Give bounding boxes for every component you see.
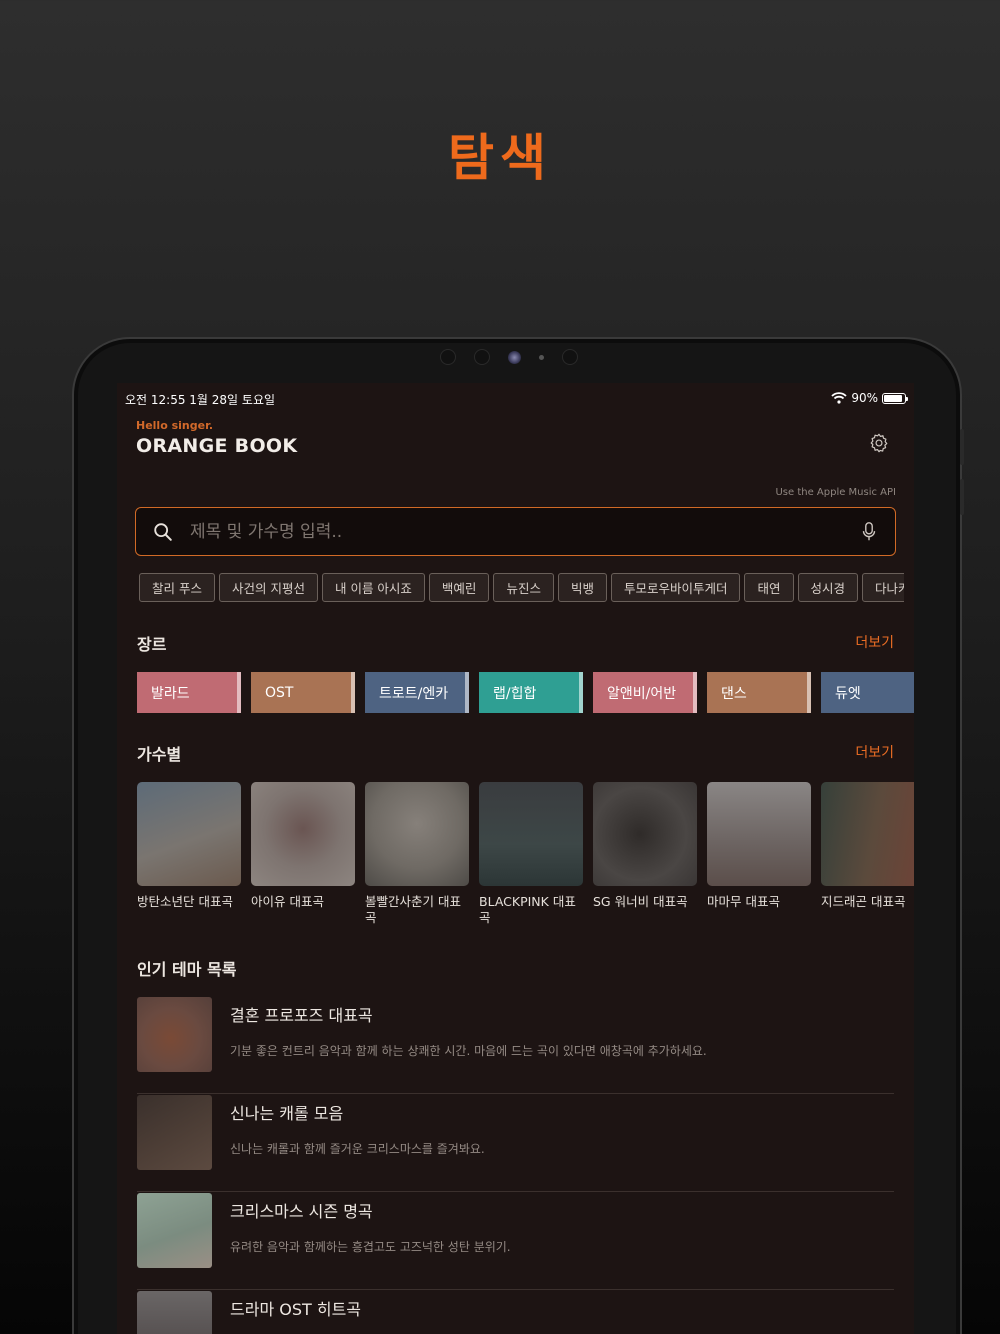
status-bar: 오전 12:55 1월 28일 토요일 90% (125, 391, 908, 407)
status-time: 오전 12:55 1월 28일 토요일 (125, 393, 276, 407)
theme-item[interactable]: 결혼 프로포즈 대표곡 기분 좋은 컨트리 음악과 함께 하는 상쾌한 시간. … (137, 996, 894, 1094)
theme-thumbnail (137, 1193, 212, 1268)
singer-thumbnail (821, 782, 914, 886)
genre-more-link[interactable]: 더보기 (855, 632, 894, 652)
search-chip[interactable]: 다나카 (862, 573, 904, 602)
apple-music-api-note: Use the Apple Music API (775, 487, 896, 498)
singer-list: 방탄소년단 대표곡 아이유 대표곡 볼빨간사춘기 대표곡 BLACKPINK 대… (137, 782, 914, 926)
recent-search-chips: 찰리 푸스 사건의 지평선 내 이름 아시죠 백예린 뉴진스 빅뱅 투모로우바이… (139, 573, 904, 602)
singer-name: 지드래곤 대표곡 (821, 894, 906, 909)
theme-thumbnail (137, 1095, 212, 1170)
singer-section-title: 가수별 (137, 745, 182, 764)
app-brand: ORANGE BOOK (136, 435, 298, 457)
theme-title: 크리스마스 시즌 명곡 (230, 1202, 373, 1221)
sensor-icon (440, 349, 456, 365)
search-chip[interactable]: 찰리 푸스 (139, 573, 215, 602)
sensor-icon (474, 349, 490, 365)
search-chip[interactable]: 백예린 (428, 573, 490, 602)
singer-thumbnail (251, 782, 355, 886)
search-chip[interactable]: 사건의 지평선 (218, 573, 318, 602)
theme-title: 드라마 OST 히트곡 (230, 1300, 362, 1319)
battery-icon (882, 392, 908, 404)
genre-tile[interactable]: 듀엣 (821, 672, 914, 713)
volume-button (960, 429, 964, 465)
greeting-text: Hello singer. (136, 419, 214, 432)
theme-item[interactable]: 드라마 OST 히트곡 (137, 1290, 894, 1334)
genre-list: 발라드 OST 트로트/엔카 랩/힙합 알앤비/어반 댄스 듀엣 (137, 672, 914, 713)
singer-thumbnail (479, 782, 583, 886)
singer-thumbnail (707, 782, 811, 886)
singer-more-link[interactable]: 더보기 (855, 742, 894, 762)
search-chip[interactable]: 성시경 (797, 573, 859, 602)
volume-button (960, 479, 964, 515)
singer-card[interactable]: 볼빨간사춘기 대표곡 (365, 782, 469, 926)
singer-name: SG 워너비 대표곡 (593, 894, 688, 909)
wifi-icon (831, 392, 847, 404)
theme-description: 유려한 음악과 함께하는 흥겹고도 고즈넉한 성탄 분위기. (230, 1240, 511, 1254)
camera-bar (440, 349, 578, 365)
theme-item[interactable]: 신나는 캐롤 모음 신나는 캐롤과 함께 즐거운 크리스마스를 즐겨봐요. (137, 1094, 894, 1192)
theme-item[interactable]: 크리스마스 시즌 명곡 유려한 음악과 함께하는 흥겹고도 고즈넉한 성탄 분위… (137, 1192, 894, 1290)
singer-name: 볼빨간사춘기 대표곡 (365, 894, 461, 925)
singer-name: BLACKPINK 대표곡 (479, 894, 576, 925)
genre-tile[interactable]: 알앤비/어반 (593, 672, 697, 713)
singer-name: 아이유 대표곡 (251, 894, 324, 909)
theme-section-title: 인기 테마 목록 (137, 960, 237, 979)
battery-percent: 90% (851, 391, 878, 405)
theme-list: 결혼 프로포즈 대표곡 기분 좋은 컨트리 음악과 함께 하는 상쾌한 시간. … (137, 996, 894, 1334)
singer-card[interactable]: 마마무 대표곡 (707, 782, 811, 926)
sensor-icon (562, 349, 578, 365)
genre-tile[interactable]: 트로트/엔카 (365, 672, 469, 713)
genre-tile[interactable]: 랩/힙합 (479, 672, 583, 713)
search-bar[interactable] (135, 507, 896, 556)
search-chip[interactable]: 빅뱅 (557, 573, 607, 602)
search-chip[interactable]: 태연 (744, 573, 794, 602)
singer-card[interactable]: SG 워너비 대표곡 (593, 782, 697, 926)
search-input[interactable] (190, 521, 861, 542)
singer-card[interactable]: 지드래곤 대표곡 (821, 782, 914, 926)
microphone-icon[interactable] (861, 521, 877, 543)
camera-icon (508, 350, 521, 364)
singer-card[interactable]: 방탄소년단 대표곡 (137, 782, 241, 926)
search-chip[interactable]: 내 이름 아시죠 (321, 573, 425, 602)
singer-name: 방탄소년단 대표곡 (137, 894, 233, 909)
theme-description: 기분 좋은 컨트리 음악과 함께 하는 상쾌한 시간. 마음에 드는 곡이 있다… (230, 1044, 707, 1058)
theme-description: 신나는 캐롤과 함께 즐거운 크리스마스를 즐겨봐요. (230, 1142, 485, 1156)
singer-thumbnail (593, 782, 697, 886)
search-icon (154, 522, 172, 541)
hero-title: 탐색 (448, 129, 552, 187)
theme-title: 신나는 캐롤 모음 (230, 1104, 344, 1123)
genre-tile[interactable]: OST (251, 672, 355, 713)
search-chip[interactable]: 투모로우바이투게더 (610, 573, 741, 602)
singer-card[interactable]: BLACKPINK 대표곡 (479, 782, 583, 926)
sensor-icon (539, 354, 544, 360)
theme-thumbnail (137, 1291, 212, 1334)
theme-title: 결혼 프로포즈 대표곡 (230, 1006, 373, 1025)
singer-thumbnail (365, 782, 469, 886)
app-screen: 오전 12:55 1월 28일 토요일 90% Hello singer. OR… (117, 383, 914, 1334)
genre-tile[interactable]: 발라드 (137, 672, 241, 713)
singer-thumbnail (137, 782, 241, 886)
genre-tile[interactable]: 댄스 (707, 672, 811, 713)
theme-thumbnail (137, 997, 212, 1072)
search-chip[interactable]: 뉴진스 (493, 573, 554, 602)
singer-name: 마마무 대표곡 (707, 894, 780, 909)
genre-section-title: 장르 (137, 635, 167, 654)
singer-card[interactable]: 아이유 대표곡 (251, 782, 355, 926)
gear-icon[interactable] (868, 432, 890, 454)
